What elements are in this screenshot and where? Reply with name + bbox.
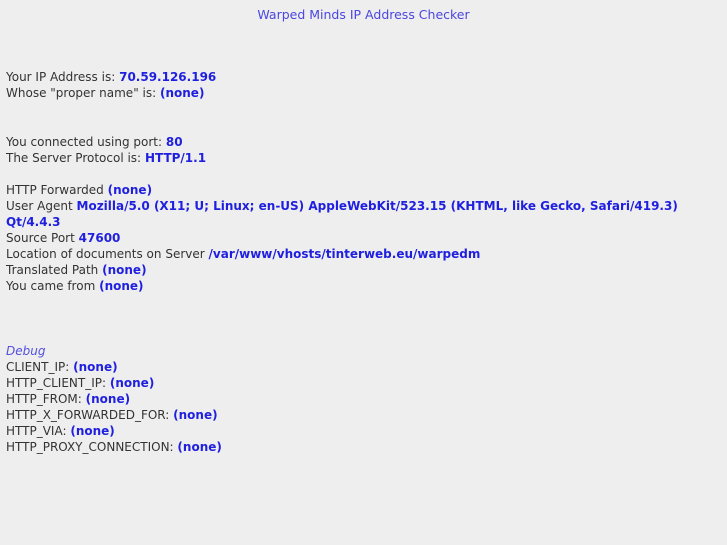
request-line-referrer: You came from (none) xyxy=(6,278,721,294)
debug-value: (none) xyxy=(73,360,118,374)
ip-checker-page: Warped Minds IP Address Checker Your IP … xyxy=(0,0,727,545)
debug-label: HTTP_CLIENT_IP: xyxy=(6,376,107,390)
request-line-translated-path: Translated Path (none) xyxy=(6,262,721,278)
request-line-user-agent: User Agent Mozilla/5.0 (X11; U; Linux; e… xyxy=(6,198,721,230)
connection-label: You connected using port: xyxy=(6,135,163,149)
request-label: Translated Path xyxy=(6,263,99,277)
debug-label: CLIENT_IP: xyxy=(6,360,70,374)
debug-label: HTTP_VIA: xyxy=(6,424,67,438)
connection-line: You connected using port: 80 xyxy=(6,134,721,150)
identity-value: 70.59.126.196 xyxy=(119,70,217,84)
request-value: /var/www/vhosts/tinterweb.eu/warpedm xyxy=(208,247,481,261)
request-value: (none) xyxy=(107,183,153,197)
connection-label: The Server Protocol is: xyxy=(6,151,142,165)
connection-block: You connected using port: 80 The Server … xyxy=(6,134,721,166)
identity-label: Your IP Address is: xyxy=(6,70,116,84)
debug-value: (none) xyxy=(85,392,131,406)
request-value: 47600 xyxy=(78,231,121,245)
request-value: (none) xyxy=(102,263,147,277)
debug-label: HTTP_FROM: xyxy=(6,392,82,406)
identity-value: (none) xyxy=(159,86,205,100)
identity-line: Whose "proper name" is: (none) xyxy=(6,85,721,101)
request-block: HTTP Forwarded (none) User Agent Mozilla… xyxy=(6,182,721,294)
debug-line-client-ip: CLIENT_IP: (none) xyxy=(6,359,721,375)
request-line-document-root: Location of documents on Server /var/www… xyxy=(6,246,721,262)
request-value: (none) xyxy=(99,279,144,293)
request-label: You came from xyxy=(6,279,96,293)
request-line-source-port: Source Port 47600 xyxy=(6,230,721,246)
debug-value: (none) xyxy=(173,408,218,422)
debug-value: (none) xyxy=(109,376,155,390)
debug-label: HTTP_PROXY_CONNECTION: xyxy=(6,440,174,454)
connection-value: 80 xyxy=(165,135,183,149)
debug-value: (none) xyxy=(70,424,115,438)
identity-line: Your IP Address is: 70.59.126.196 xyxy=(6,69,721,85)
request-label: Source Port xyxy=(6,231,75,245)
request-label: Location of documents on Server xyxy=(6,247,205,261)
debug-line-http-via: HTTP_VIA: (none) xyxy=(6,423,721,439)
debug-heading: Debug xyxy=(6,344,46,358)
debug-line-http-from: HTTP_FROM: (none) xyxy=(6,391,721,407)
page-title: Warped Minds IP Address Checker xyxy=(257,7,470,22)
debug-value: (none) xyxy=(177,440,222,454)
debug-gap xyxy=(6,294,721,343)
debug-label: HTTP_X_FORWARDED_FOR: xyxy=(6,408,170,422)
debug-block: Debug CLIENT_IP: (none) HTTP_CLIENT_IP: … xyxy=(6,343,721,455)
request-label: User Agent xyxy=(6,199,73,213)
connection-line: The Server Protocol is: HTTP/1.1 xyxy=(6,150,721,166)
request-label: HTTP Forwarded xyxy=(6,183,104,197)
identity-label: Whose "proper name" is: xyxy=(6,86,157,100)
request-value: Mozilla/5.0 (X11; U; Linux; en-US) Apple… xyxy=(6,199,678,229)
request-line-http-forwarded: HTTP Forwarded (none) xyxy=(6,182,721,198)
debug-line-http-client-ip: HTTP_CLIENT_IP: (none) xyxy=(6,375,721,391)
debug-line-http-proxy-connection: HTTP_PROXY_CONNECTION: (none) xyxy=(6,439,721,455)
debug-line-http-x-forwarded-for: HTTP_X_FORWARDED_FOR: (none) xyxy=(6,407,721,423)
connection-value: HTTP/1.1 xyxy=(144,151,207,165)
title-spacer xyxy=(6,22,721,69)
identity-block: Your IP Address is: 70.59.126.196 Whose … xyxy=(6,69,721,101)
